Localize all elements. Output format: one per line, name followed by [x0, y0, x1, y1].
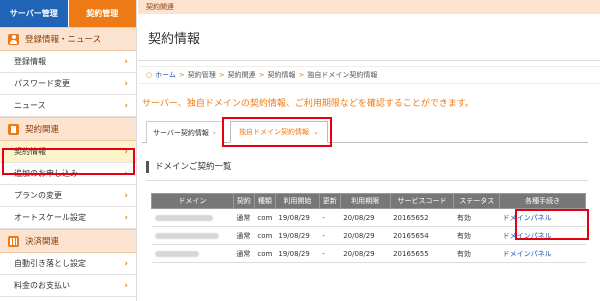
sidebar-item-autoscale[interactable]: オートスケール設定 › [0, 207, 136, 229]
column-header: 利用開始 [274, 193, 320, 209]
divider [146, 180, 588, 181]
chevron-right-icon: › [124, 100, 128, 111]
table-cell: 20165654 [390, 226, 454, 245]
breadcrumb: ○ ホーム > 契約管理 > 契約関連 > 契約情報 > 独自ドメイン契約情報 [138, 66, 600, 84]
breadcrumb-current: 独自ドメイン契約情報 [307, 71, 378, 79]
sidebar-item-news[interactable]: ニュース › [0, 95, 136, 117]
breadcrumb-separator: > [178, 71, 185, 79]
table-cell: - [319, 244, 341, 263]
column-header: 種類 [253, 193, 276, 209]
highlight-box-tab [222, 117, 332, 147]
chevron-right-icon: › [124, 78, 128, 89]
page-title: 契約情報 [148, 32, 201, 47]
sidebar-item-registration-info[interactable]: 登録情報 › [0, 51, 136, 73]
circle-icon: ○ [146, 71, 153, 79]
table-cell: 通常 [233, 244, 255, 263]
sidebar-section-label: 登録情報・ニュース [25, 35, 102, 45]
breadcrumb-item[interactable]: 契約関連 [228, 70, 256, 80]
table-row: 通常 com 19/08/29 - 20/08/29 20165655 有効 ド… [151, 244, 586, 263]
column-header: 更新 [318, 193, 341, 209]
sidebar-item-label: 登録情報 [14, 57, 46, 66]
chevron-right-icon: › [124, 190, 128, 201]
sidebar-item-label: ニュース [14, 101, 46, 110]
divider [138, 60, 600, 61]
section-title: ドメインご契約一覧 [146, 161, 232, 173]
table-cell: - [319, 208, 341, 227]
table-cell: 19/08/29 [275, 244, 320, 263]
contract-tabs: サーバー契約情報 › 独自ドメイン契約情報 ⌄ [142, 121, 588, 143]
table-cell: com [254, 244, 276, 263]
column-header: 利用期限 [339, 193, 391, 209]
table-header-row: ドメイン 契約 種類 利用開始 更新 利用期限 サービスコード ステータス 各種… [151, 193, 586, 209]
person-icon [8, 33, 19, 45]
sidebar-section-contract: 契約関連 [0, 117, 136, 141]
sidebar-item-payment[interactable]: 料金のお支払い › [0, 275, 136, 297]
highlight-box-domain-panel [515, 209, 589, 240]
lead-text: サーバー、独自ドメインの契約情報、ご利用期限などを確認することができます。 [142, 99, 474, 109]
sidebar-item-password-change[interactable]: パスワード変更 › [0, 73, 136, 95]
table-cell: - [319, 226, 341, 245]
sidebar-item-plan-change[interactable]: プランの変更 › [0, 185, 136, 207]
sidebar-item-label: パスワード変更 [14, 79, 70, 88]
table-cell: 19/08/29 [275, 208, 320, 227]
table-cell: com [254, 226, 276, 245]
document-icon [8, 123, 19, 135]
table-cell: com [254, 208, 276, 227]
breadcrumb-item[interactable]: 契約情報 [268, 70, 296, 80]
chevron-right-icon: › [212, 128, 216, 137]
breadcrumb-separator: > [298, 71, 305, 79]
table-cell: 20165652 [390, 208, 454, 227]
sidebar-section-label: 決済関連 [25, 237, 60, 247]
highlight-box-sidebar [2, 148, 135, 175]
table-cell: 通常 [233, 226, 255, 245]
sidebar-item-auto-debit[interactable]: 自動引き落とし設定 › [0, 253, 136, 275]
sidebar-item-label: プランの変更 [14, 191, 62, 200]
table-cell: 20165655 [390, 244, 454, 263]
domain-cell-redacted [151, 208, 234, 227]
column-header: ドメイン [151, 193, 234, 209]
sidebar-tabs: サーバー管理 契約管理 [0, 0, 136, 27]
tab-label: サーバー契約情報 [153, 128, 209, 137]
chevron-right-icon: › [124, 212, 128, 223]
table-cell: 有効 [453, 244, 500, 263]
sidebar-item-label: 料金のお支払い [14, 281, 70, 290]
calculator-icon [8, 235, 19, 247]
table-cell: 有効 [453, 226, 500, 245]
chevron-right-icon: › [124, 258, 128, 269]
domain-cell-redacted [151, 244, 234, 263]
sidebar-section-registration: 登録情報・ニュース [0, 27, 136, 51]
sidebar-section-label: 契約関連 [25, 125, 60, 135]
table-cell: 19/08/29 [275, 226, 320, 245]
column-header: 契約 [232, 193, 255, 209]
column-header: サービスコード [389, 193, 455, 209]
table-cell: 20/08/29 [340, 244, 391, 263]
sidebar-item-label: 自動引き落とし設定 [14, 259, 86, 268]
domain-panel-link[interactable]: ドメインパネル [499, 244, 586, 263]
table-cell: 20/08/29 [340, 208, 391, 227]
sidebar-section-payment: 決済関連 [0, 229, 136, 253]
domain-cell-redacted [151, 226, 234, 245]
column-header: 各種手続き [499, 193, 586, 209]
table-cell: 通常 [233, 208, 255, 227]
chevron-right-icon: › [124, 56, 128, 67]
top-breadcrumb-bar: 契約関連 [138, 0, 600, 14]
tab-server-contract[interactable]: サーバー契約情報 › [146, 121, 223, 143]
chevron-right-icon: › [124, 280, 128, 291]
breadcrumb-item[interactable]: 契約管理 [188, 70, 216, 80]
sidebar-item-label: オートスケール設定 [14, 213, 86, 222]
tab-server-management[interactable]: サーバー管理 [0, 0, 68, 27]
breadcrumb-separator: > [218, 71, 225, 79]
table-cell: 有効 [453, 208, 500, 227]
table-cell: 20/08/29 [340, 226, 391, 245]
tab-contract-management[interactable]: 契約管理 [67, 0, 136, 27]
column-header: ステータス [453, 193, 501, 209]
breadcrumb-home[interactable]: ホーム [155, 70, 176, 80]
breadcrumb-separator: > [258, 71, 265, 79]
